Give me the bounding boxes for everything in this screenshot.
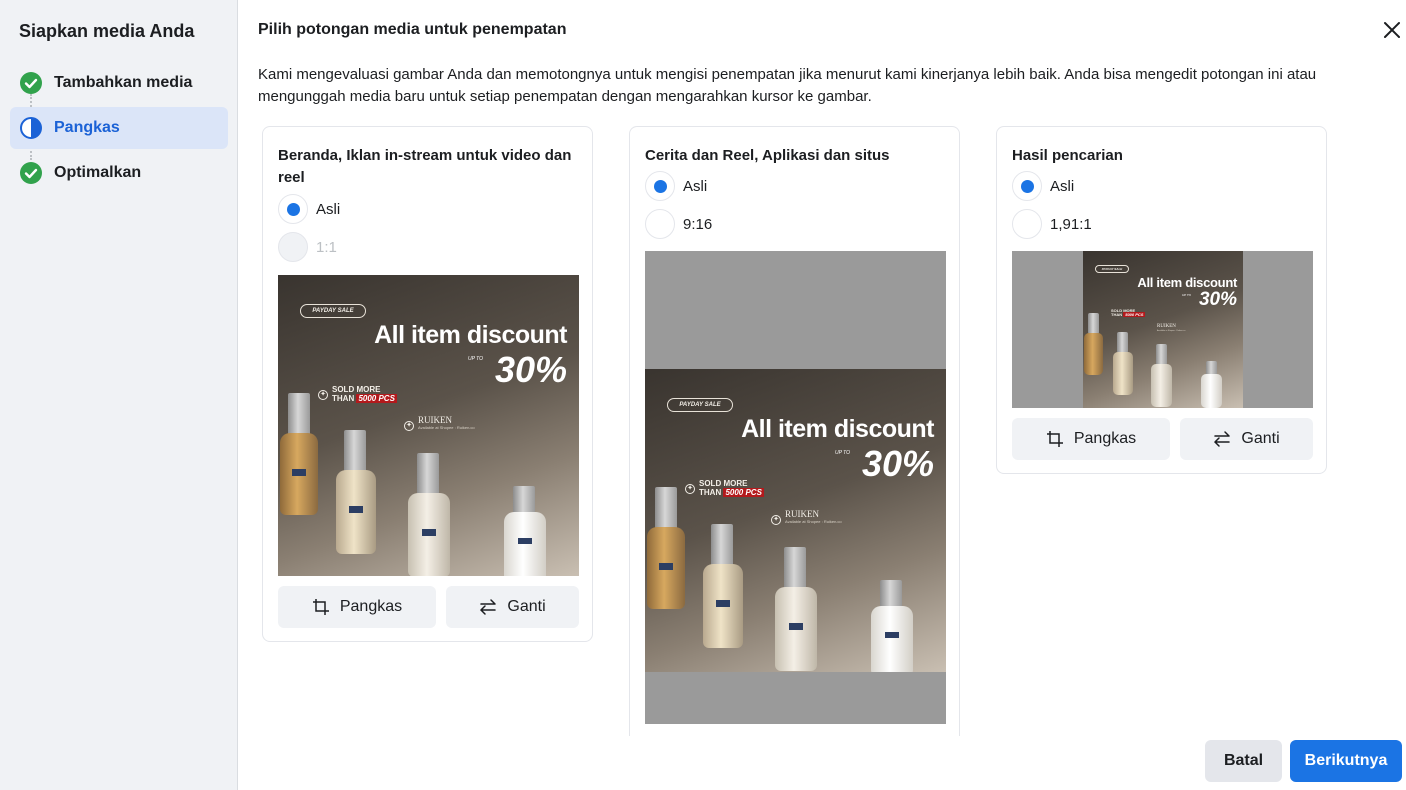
step-label: Tambahkan media xyxy=(54,74,193,91)
ad-percent: 30% xyxy=(1198,289,1237,310)
crop-button-label: Pangkas xyxy=(1073,430,1137,447)
letterbox-top xyxy=(645,251,946,369)
star-icon: ✦ xyxy=(771,515,781,525)
ad-brand: RUIKEN Available at Shopee : Ruiken.co xyxy=(418,415,475,430)
crop-button-label: Pangkas xyxy=(339,598,403,615)
step-add-media[interactable]: Tambahkan media xyxy=(10,62,228,104)
ad-sold-text: SOLD MORE THAN 5000 PCS xyxy=(332,385,397,403)
radio-button[interactable] xyxy=(1012,171,1042,201)
crop-option-original[interactable]: Asli xyxy=(278,194,340,224)
crop-option-original[interactable]: Asli xyxy=(645,171,707,201)
ad-percent: 30% xyxy=(861,443,934,484)
crop-option-landscape[interactable]: 1,91:1 xyxy=(1012,209,1092,239)
payday-badge: PAYDAY SALE xyxy=(667,398,733,412)
ad-preview-image[interactable]: PAYDAY SALE All item discount UP TO 30% … xyxy=(278,275,579,576)
payday-badge: PAYDAY SALE xyxy=(1095,265,1129,273)
ad-brand: RUIKEN Available at Shopee : Ruiken.co xyxy=(1157,324,1186,332)
crop-option-vertical[interactable]: 9:16 xyxy=(645,209,712,239)
ad-headline: All item discount xyxy=(374,321,567,349)
placement-card-feed: Beranda, Iklan in-stream untuk video dan… xyxy=(262,126,593,642)
replace-button-label: Ganti xyxy=(1241,430,1280,447)
letterbox-bottom xyxy=(645,672,946,724)
next-button[interactable]: Berikutnya xyxy=(1290,740,1402,782)
radio-button[interactable] xyxy=(278,194,308,224)
check-circle-icon xyxy=(20,72,42,94)
close-button[interactable] xyxy=(1380,18,1404,42)
sidebar: Siapkan media Anda Tambahkan media Pangk… xyxy=(0,0,238,790)
ad-upto: UP TO xyxy=(468,356,484,362)
crop-button[interactable]: Pangkas xyxy=(1012,418,1170,460)
replace-button[interactable]: Ganti xyxy=(1180,418,1313,460)
placement-title: Hasil pencarian xyxy=(1012,147,1123,164)
crop-option-original[interactable]: Asli xyxy=(1012,171,1074,201)
star-icon: ✦ xyxy=(318,390,328,400)
placement-card-search: Hasil pencarian Asli 1,91:1 PAYDAY SALE … xyxy=(996,126,1327,474)
radio-label: 1:1 xyxy=(316,238,337,256)
sidebar-title: Siapkan media Anda xyxy=(19,21,195,41)
ad-upto: UP TO xyxy=(835,450,851,456)
radio-label: Asli xyxy=(683,177,708,195)
radio-label: Asli xyxy=(1050,177,1075,195)
radio-label: 9:16 xyxy=(683,215,713,233)
check-circle-icon xyxy=(20,162,42,184)
replace-button[interactable]: Ganti xyxy=(446,586,579,628)
star-icon: ✦ xyxy=(404,421,414,431)
replace-button-label: Ganti xyxy=(507,598,546,615)
crop-icon xyxy=(1046,431,1063,447)
ad-sold-text: SOLD MORE THAN 5000 PCS xyxy=(699,479,764,497)
radio-button[interactable] xyxy=(645,209,675,239)
swap-icon xyxy=(480,599,497,615)
step-crop[interactable]: Pangkas xyxy=(10,107,228,149)
swap-icon xyxy=(1214,431,1231,447)
placement-title: Beranda, Iklan in-stream untuk video dan… xyxy=(278,147,572,186)
ad-upto: UP TO xyxy=(1182,293,1192,297)
ad-sold-text: SOLD MORE THAN 5000 PCS xyxy=(1111,308,1146,318)
payday-badge: PAYDAY SALE xyxy=(300,304,366,318)
radio-button xyxy=(278,232,308,262)
ad-percent: 30% xyxy=(494,349,567,390)
radio-label: 1,91:1 xyxy=(1050,215,1092,233)
radio-label: Asli xyxy=(316,200,341,218)
ad-brand: RUIKEN Available at Shopee : Ruiken.co xyxy=(785,509,842,524)
ad-headline: All item discount xyxy=(741,415,934,443)
radio-button[interactable] xyxy=(1012,209,1042,239)
radio-button[interactable] xyxy=(645,171,675,201)
placement-title: Cerita dan Reel, Aplikasi dan situs xyxy=(645,147,890,164)
star-icon: ✦ xyxy=(685,484,695,494)
placement-card-stories: Cerita dan Reel, Aplikasi dan situs Asli… xyxy=(629,126,960,736)
step-label: Optimalkan xyxy=(54,164,142,181)
crop-icon xyxy=(312,599,329,615)
ad-headline: All item discount xyxy=(1137,275,1237,290)
step-optimize[interactable]: Optimalkan xyxy=(10,152,228,194)
crop-option-square: 1:1 xyxy=(278,232,337,262)
crop-button[interactable]: Pangkas xyxy=(278,586,436,628)
close-icon xyxy=(1384,22,1400,38)
ad-preview-image[interactable]: PAYDAY SALE All item discount UP TO 30% … xyxy=(1083,251,1243,408)
step-label: Pangkas xyxy=(54,119,120,136)
half-circle-icon xyxy=(20,117,42,139)
page-title: Pilih potongan media untuk penempatan xyxy=(258,21,567,38)
ad-preview-image[interactable]: PAYDAY SALE All item discount UP TO 30% … xyxy=(645,369,946,672)
description-text: Kami mengevaluasi gambar Anda dan memoto… xyxy=(258,66,1317,105)
cancel-button[interactable]: Batal xyxy=(1205,740,1282,782)
